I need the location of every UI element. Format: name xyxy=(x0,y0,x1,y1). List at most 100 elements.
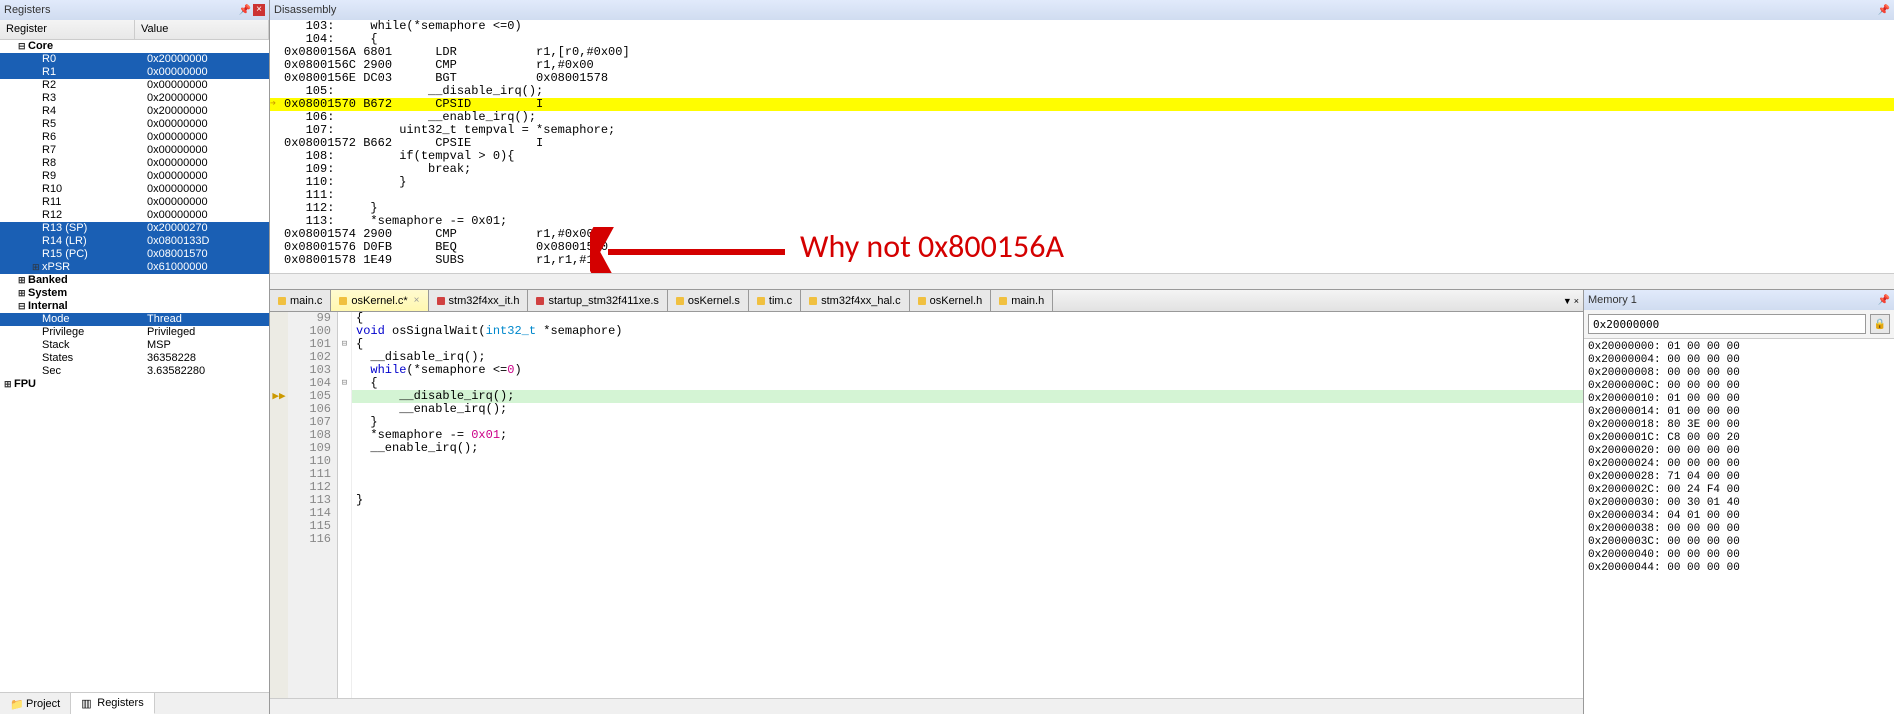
register-row[interactable]: R110x00000000 xyxy=(0,196,269,209)
memory-line[interactable]: 0x20000018: 80 3E 00 00 xyxy=(1588,419,1890,432)
file-tab[interactable]: stm32f4xx_it.h xyxy=(429,290,529,311)
register-row[interactable]: R20x00000000 xyxy=(0,79,269,92)
register-row[interactable]: ⊞FPU xyxy=(0,378,269,391)
code-line[interactable] xyxy=(352,468,1583,481)
memory-line[interactable]: 0x20000030: 00 30 01 40 xyxy=(1588,497,1890,510)
code-line[interactable] xyxy=(352,455,1583,468)
file-tab[interactable]: osKernel.s xyxy=(668,290,749,311)
register-row[interactable]: R50x00000000 xyxy=(0,118,269,131)
memory-line[interactable]: 0x20000028: 71 04 00 00 xyxy=(1588,471,1890,484)
disassembly-body[interactable]: 103: while(*semaphore <=0) 104: {0x08001… xyxy=(270,20,1894,273)
code-line[interactable] xyxy=(352,533,1583,546)
code-lines[interactable]: {void osSignalWait(int32_t *semaphore){ … xyxy=(352,312,1583,698)
code-line[interactable]: __disable_irq(); xyxy=(352,351,1583,364)
register-row[interactable]: R10x00000000 xyxy=(0,66,269,79)
registers-tree[interactable]: ⊟CoreR00x20000000R10x00000000R20x0000000… xyxy=(0,40,269,391)
file-tab[interactable]: main.c xyxy=(270,290,331,311)
memory-line[interactable]: 0x20000014: 01 00 00 00 xyxy=(1588,406,1890,419)
memory-line[interactable]: 0x20000020: 00 00 00 00 xyxy=(1588,445,1890,458)
close-icon[interactable]: × xyxy=(253,4,265,16)
memory-line[interactable]: 0x2000000C: 00 00 00 00 xyxy=(1588,380,1890,393)
register-row[interactable]: R14 (LR)0x0800133D xyxy=(0,235,269,248)
disassembly-line[interactable]: 110: } xyxy=(270,176,1894,189)
file-tab[interactable]: main.h xyxy=(991,290,1053,311)
memory-line[interactable]: 0x20000034: 04 01 00 00 xyxy=(1588,510,1890,523)
disassembly-line[interactable]: 112: } xyxy=(270,202,1894,215)
register-row[interactable]: ⊞Banked xyxy=(0,274,269,287)
memory-line[interactable]: 0x2000001C: C8 00 00 20 xyxy=(1588,432,1890,445)
register-row[interactable]: ⊞xPSR0x61000000 xyxy=(0,261,269,274)
register-row[interactable]: R90x00000000 xyxy=(0,170,269,183)
disassembly-line[interactable]: 109: break; xyxy=(270,163,1894,176)
memory-line[interactable]: 0x20000038: 00 00 00 00 xyxy=(1588,523,1890,536)
header-value[interactable]: Value xyxy=(135,20,269,39)
editor-body[interactable]: ▶▶ 9910010110210310410510610710810911011… xyxy=(270,312,1583,698)
register-row[interactable]: R00x20000000 xyxy=(0,53,269,66)
register-row[interactable]: ⊞System xyxy=(0,287,269,300)
register-row[interactable]: R70x00000000 xyxy=(0,144,269,157)
tab-registers[interactable]: ▥ Registers xyxy=(71,693,154,714)
code-line[interactable] xyxy=(352,507,1583,520)
tab-project[interactable]: 📁 Project xyxy=(0,693,71,714)
pin-icon[interactable]: 📌 xyxy=(239,5,251,16)
code-line[interactable]: } xyxy=(352,494,1583,507)
editor-scrollbar[interactable] xyxy=(270,698,1583,714)
memory-line[interactable]: 0x2000002C: 00 24 F4 00 xyxy=(1588,484,1890,497)
memory-line[interactable]: 0x20000024: 00 00 00 00 xyxy=(1588,458,1890,471)
file-tab[interactable]: stm32f4xx_hal.c xyxy=(801,290,909,311)
file-tab[interactable]: startup_stm32f411xe.s xyxy=(528,290,667,311)
register-row[interactable]: R40x20000000 xyxy=(0,105,269,118)
register-row[interactable]: ModeThread xyxy=(0,313,269,326)
register-row[interactable]: States36358228 xyxy=(0,352,269,365)
memory-line[interactable]: 0x20000044: 00 00 00 00 xyxy=(1588,562,1890,575)
register-row[interactable]: R13 (SP)0x20000270 xyxy=(0,222,269,235)
register-row[interactable]: R60x00000000 xyxy=(0,131,269,144)
register-row[interactable]: R15 (PC)0x08001570 xyxy=(0,248,269,261)
register-row[interactable]: R100x00000000 xyxy=(0,183,269,196)
register-row[interactable]: Sec3.63582280 xyxy=(0,365,269,378)
pin-icon[interactable]: 📌 xyxy=(1878,295,1890,306)
memory-line[interactable]: 0x2000003C: 00 00 00 00 xyxy=(1588,536,1890,549)
disassembly-line[interactable]: 111: xyxy=(270,189,1894,202)
tab-close-icon[interactable]: × xyxy=(1574,296,1579,306)
disassembly-line[interactable]: 108: if(tempval > 0){ xyxy=(270,150,1894,163)
code-line[interactable]: __enable_irq(); xyxy=(352,442,1583,455)
memory-address-input[interactable] xyxy=(1588,314,1866,334)
memory-lock-button[interactable]: 🔒 xyxy=(1870,314,1890,334)
breakpoint-gutter[interactable]: ▶▶ xyxy=(270,312,288,698)
disassembly-line[interactable]: 0x08001578 1E49 SUBS r1,r1,#1 xyxy=(270,254,1894,267)
code-line[interactable]: { xyxy=(352,377,1583,390)
code-line[interactable]: } xyxy=(352,416,1583,429)
register-row[interactable]: R30x20000000 xyxy=(0,92,269,105)
code-line[interactable]: void osSignalWait(int32_t *semaphore) xyxy=(352,325,1583,338)
code-line[interactable] xyxy=(352,481,1583,494)
pin-icon[interactable]: 📌 xyxy=(1878,5,1890,16)
memory-line[interactable]: 0x20000008: 00 00 00 00 xyxy=(1588,367,1890,380)
fold-gutter[interactable]: ⊟⊟ xyxy=(338,312,352,698)
code-line[interactable]: *semaphore -= 0x01; xyxy=(352,429,1583,442)
memory-line[interactable]: 0x20000000: 01 00 00 00 xyxy=(1588,341,1890,354)
memory-line[interactable]: 0x20000010: 01 00 00 00 xyxy=(1588,393,1890,406)
disassembly-scrollbar[interactable] xyxy=(270,273,1894,289)
file-tab[interactable]: osKernel.h xyxy=(910,290,992,311)
code-line[interactable]: while(*semaphore <=0) xyxy=(352,364,1583,377)
code-line[interactable] xyxy=(352,520,1583,533)
code-line[interactable]: { xyxy=(352,338,1583,351)
code-line[interactable]: __disable_irq(); xyxy=(352,390,1583,403)
register-row[interactable]: R80x00000000 xyxy=(0,157,269,170)
file-tab[interactable]: tim.c xyxy=(749,290,801,311)
file-tab[interactable]: osKernel.c*× xyxy=(331,290,428,311)
memory-body[interactable]: 0x20000000: 01 00 00 000x20000004: 00 00… xyxy=(1584,339,1894,714)
register-row[interactable]: ⊟Internal xyxy=(0,300,269,313)
close-icon[interactable]: × xyxy=(414,295,420,306)
memory-line[interactable]: 0x20000040: 00 00 00 00 xyxy=(1588,549,1890,562)
register-row[interactable]: ⊟Core xyxy=(0,40,269,53)
memory-line[interactable]: 0x20000004: 00 00 00 00 xyxy=(1588,354,1890,367)
disassembly-line[interactable]: 103: while(*semaphore <=0) xyxy=(270,20,1894,33)
register-row[interactable]: R120x00000000 xyxy=(0,209,269,222)
tab-dropdown-icon[interactable]: ▼ xyxy=(1563,296,1572,306)
register-row[interactable]: StackMSP xyxy=(0,339,269,352)
header-register[interactable]: Register xyxy=(0,20,135,39)
code-line[interactable]: __enable_irq(); xyxy=(352,403,1583,416)
register-row[interactable]: PrivilegePrivileged xyxy=(0,326,269,339)
